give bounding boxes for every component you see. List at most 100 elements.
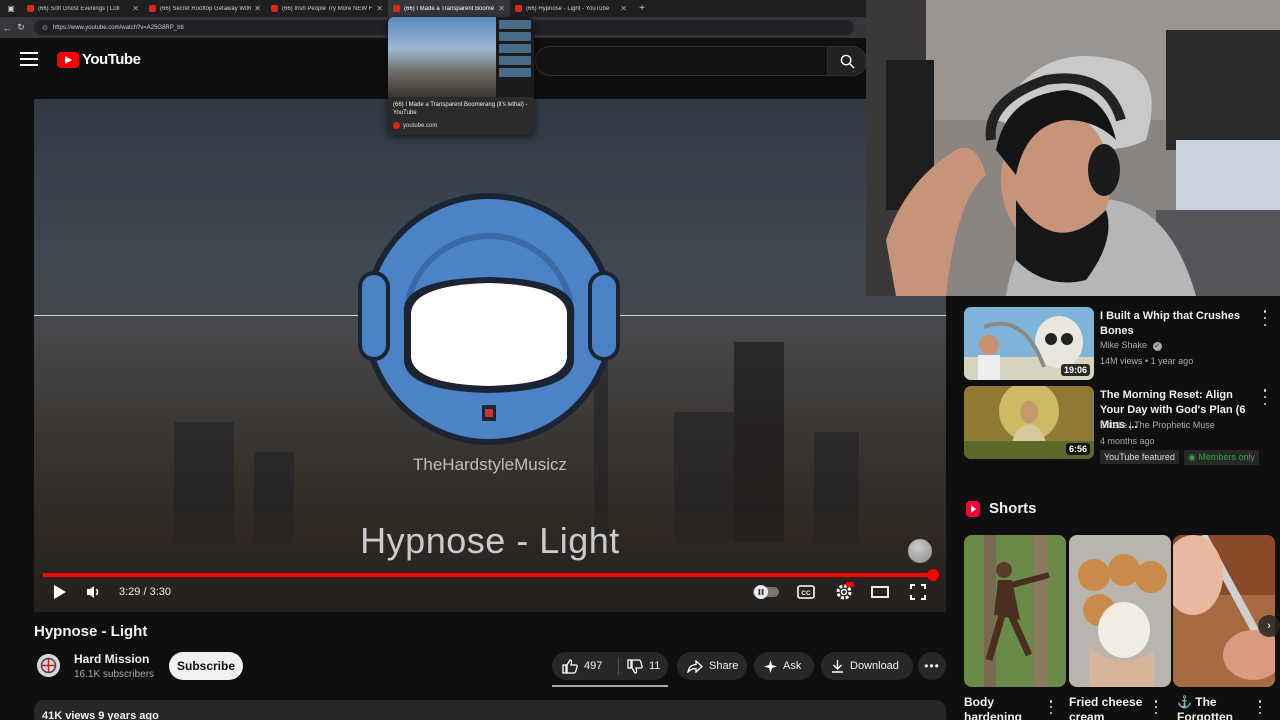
dislike-button[interactable]: 11 — [627, 658, 661, 674]
youtube-favicon-icon — [27, 5, 34, 12]
theater-mode-button[interactable] — [870, 582, 890, 602]
more-vertical-icon[interactable] — [1048, 700, 1054, 714]
members-only-label: Members only — [1198, 452, 1255, 462]
volume-button[interactable] — [84, 582, 104, 602]
download-label: Download — [850, 660, 899, 672]
subscribe-button[interactable]: Subscribe — [169, 652, 243, 680]
more-actions-button[interactable]: ••• — [918, 652, 946, 680]
dislike-count: 11 — [649, 660, 661, 672]
reload-icon[interactable]: ↻ — [14, 22, 28, 33]
time-display: 3:29 / 3:30 — [119, 586, 171, 598]
youtube-favicon-icon — [149, 5, 156, 12]
recommendation-title[interactable]: I Built a Whip that Crushes Bones — [1100, 309, 1250, 339]
fullscreen-button[interactable] — [908, 582, 928, 602]
shorts-next-button[interactable]: › — [1258, 615, 1280, 637]
tab-close-icon[interactable]: ✕ — [498, 4, 505, 13]
video-player[interactable]: TheHardstyleMusicz Hypnose - Light 3:29 … — [34, 99, 946, 612]
duration-badge: 19:06 — [1060, 364, 1090, 376]
more-vertical-icon[interactable] — [1153, 700, 1159, 714]
youtube-favicon-icon — [271, 5, 278, 12]
recommendation-meta: 14M views • 1 year ago — [1100, 356, 1194, 366]
short-title[interactable]: Fried cheese cream — [1069, 695, 1151, 720]
more-vertical-icon[interactable] — [1257, 700, 1263, 714]
shorts-header: Shorts — [966, 500, 1037, 517]
recommendation-thumbnail[interactable]: 6:56 — [964, 386, 1094, 459]
tab-search-icon[interactable]: ▣ — [0, 0, 22, 17]
captions-button[interactable]: CC — [796, 582, 816, 602]
short-title[interactable]: ⚓ The Forgotten — [1177, 695, 1259, 720]
svg-text:CC: CC — [801, 590, 811, 597]
settings-button[interactable] — [834, 582, 854, 602]
recommendation-item[interactable]: 19:06 I Built a Whip that Crushes Bones … — [964, 307, 1267, 381]
autoplay-toggle-icon — [753, 585, 779, 599]
tab-preview-title: (66) I Made a Transparent Boomerang (it'… — [393, 102, 528, 116]
recommendation-channel[interactable]: Estelle | The Prophetic Muse — [1100, 420, 1215, 430]
channel-watermark-text: TheHardstyleMusicz — [413, 455, 567, 474]
thumbs-down-icon — [627, 658, 643, 674]
astronaut-helmet-logo — [358, 193, 620, 445]
recommendation-item[interactable]: 6:56 The Morning Reset: Align Your Day w… — [964, 386, 1267, 466]
short-title[interactable]: Body hardening — [964, 695, 1046, 720]
shorts-icon — [966, 500, 980, 517]
channel-watermark-icon[interactable] — [908, 539, 932, 563]
like-dislike-group: 497 11 — [552, 652, 668, 680]
like-button[interactable]: 497 — [562, 658, 618, 674]
youtube-favicon-icon — [515, 5, 522, 12]
more-vertical-icon[interactable] — [1260, 310, 1270, 326]
share-button[interactable]: Share — [677, 652, 747, 680]
subscriber-count: 16.1K subscribers — [74, 669, 155, 680]
share-icon — [687, 659, 703, 673]
screen: ▣ (66) Soft Ghost Evenings | Lofi ✕ (66)… — [0, 0, 1280, 720]
download-button[interactable]: Download — [821, 652, 913, 680]
site-info-icon[interactable]: ⊙ — [42, 24, 48, 32]
search-input[interactable] — [535, 46, 827, 76]
back-icon[interactable]: ← — [0, 23, 14, 33]
tab-close-icon[interactable]: ✕ — [376, 4, 383, 13]
short-thumbnail[interactable] — [1173, 535, 1275, 687]
thumbs-up-icon — [562, 658, 578, 674]
recommendation-thumbnail[interactable]: 19:06 — [964, 307, 1094, 380]
tab-label: (66) Secret Rooftop Getaway With — [160, 5, 252, 12]
channel-name[interactable]: Hard Mission — [74, 652, 149, 666]
ask-button[interactable]: Ask — [754, 652, 814, 680]
new-tab-button[interactable]: + — [632, 3, 652, 14]
browser-tab-1[interactable]: (66) Soft Ghost Evenings | Lofi ✕ — [22, 0, 144, 17]
sparkle-icon — [764, 659, 777, 673]
search-icon — [840, 54, 855, 69]
video-title: Hypnose - Light — [34, 623, 148, 640]
channel-name: Mike Shake — [1100, 340, 1148, 350]
browser-tab-4[interactable]: (66) I Made a Transparent Boome ✕ — [388, 0, 510, 17]
short-thumbnail[interactable] — [964, 535, 1066, 687]
browser-tab-strip: ▣ (66) Soft Ghost Evenings | Lofi ✕ (66)… — [0, 0, 866, 17]
youtube-logo[interactable]: YouTube — [57, 51, 141, 68]
tab-preview-domain-text: youtube.com — [403, 122, 438, 129]
like-divider — [618, 657, 619, 675]
tab-preview-thumbnail — [388, 17, 534, 97]
members-only-badge: ◉ Members only — [1184, 450, 1259, 465]
volume-icon — [87, 586, 99, 598]
channel-avatar[interactable] — [37, 654, 60, 677]
short-thumbnail[interactable] — [1069, 535, 1171, 687]
share-label: Share — [709, 660, 739, 672]
autoplay-toggle[interactable] — [753, 582, 781, 602]
play-button[interactable] — [50, 582, 70, 602]
chevron-right-icon: › — [1267, 620, 1271, 632]
fullscreen-icon — [910, 584, 926, 600]
browser-tab-2[interactable]: (66) Secret Rooftop Getaway With ✕ — [144, 0, 266, 17]
description-box[interactable]: 41K views 9 years ago — [34, 700, 946, 720]
tab-close-icon[interactable]: ✕ — [254, 4, 261, 13]
recommendation-channel[interactable]: Mike Shake ✓ — [1100, 340, 1162, 351]
hamburger-icon[interactable] — [20, 52, 38, 66]
tab-close-icon[interactable]: ✕ — [620, 4, 627, 13]
search-button[interactable] — [827, 46, 867, 76]
webcam-overlay — [866, 0, 1280, 296]
browser-tab-3[interactable]: (66) Irish People Try More NEW F ✕ — [266, 0, 388, 17]
player-controls: 3:29 / 3:30 CC — [34, 574, 946, 612]
overlay-song-title: Hypnose - Light — [360, 520, 620, 561]
youtube-logo-text: YouTube — [82, 51, 141, 68]
browser-tab-5[interactable]: (66) Hypnose - Light - YouTube ✕ — [510, 0, 632, 17]
play-icon — [54, 585, 66, 599]
duration-badge: 6:56 — [1065, 443, 1090, 455]
tab-close-icon[interactable]: ✕ — [132, 4, 139, 13]
more-vertical-icon[interactable] — [1260, 389, 1270, 405]
